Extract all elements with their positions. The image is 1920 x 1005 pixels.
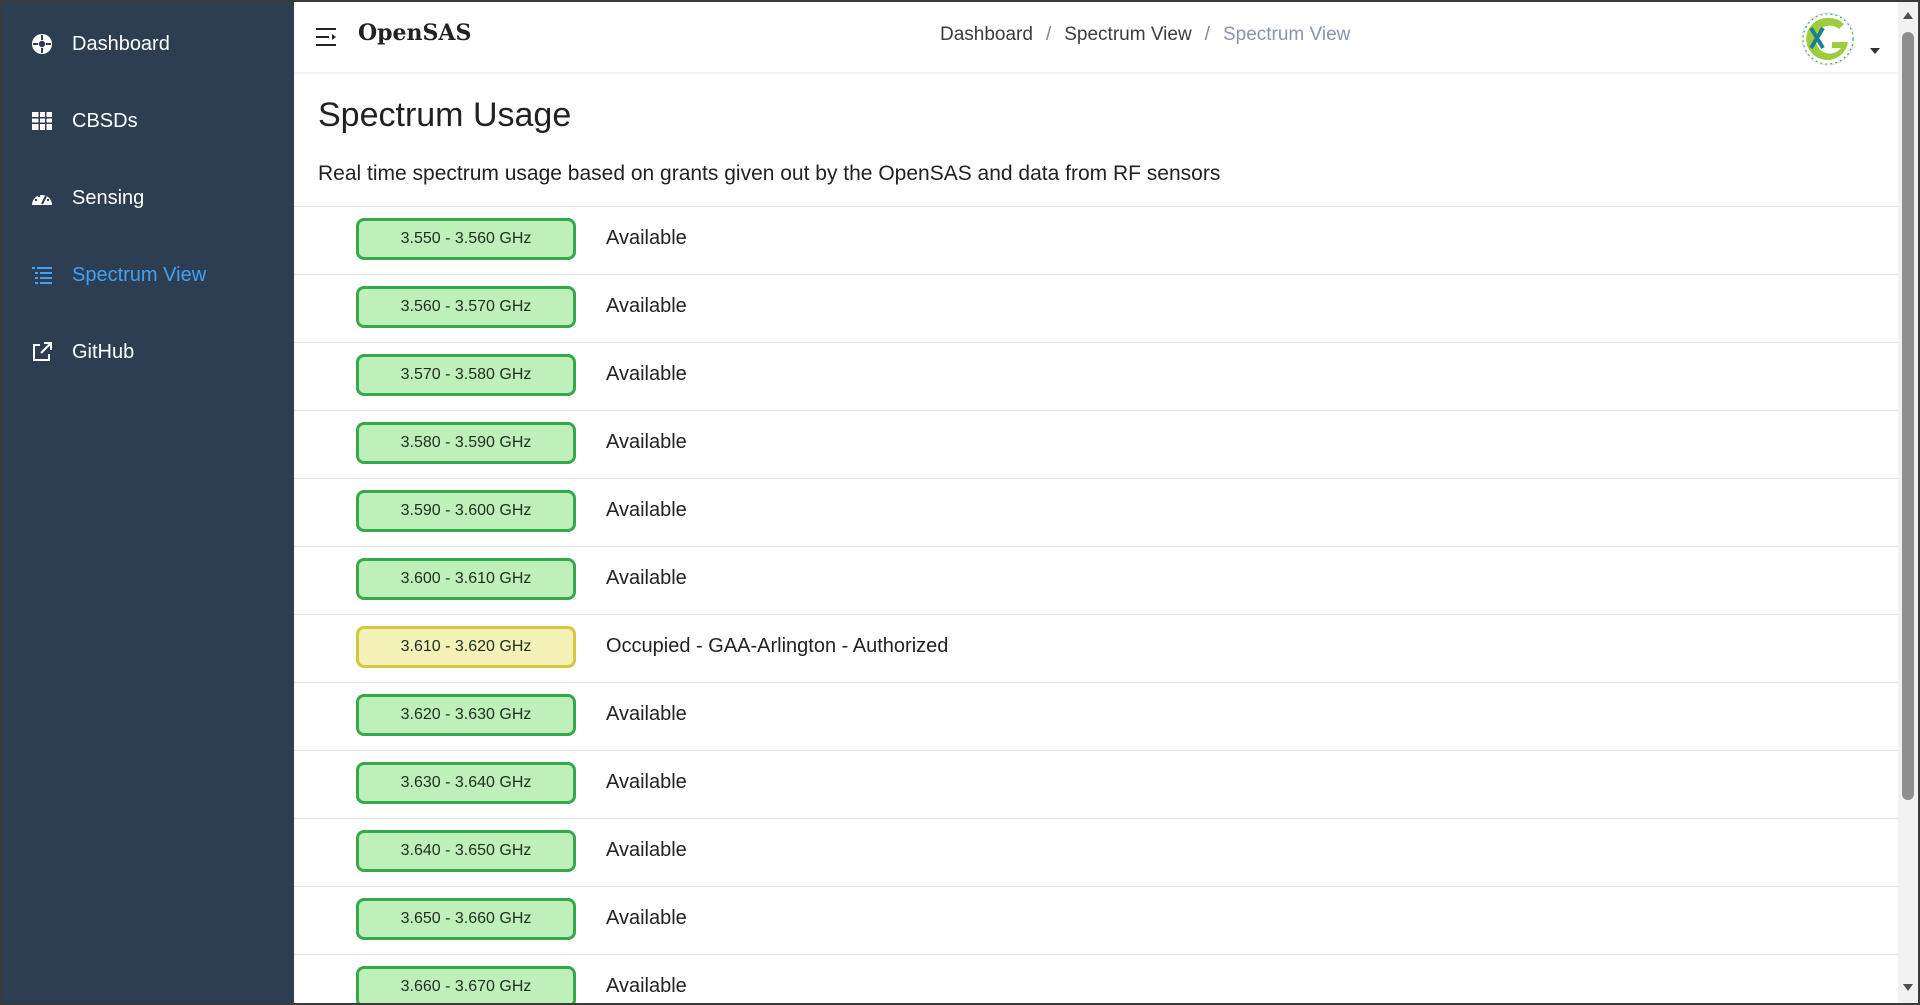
- band-row: 3.630 - 3.640 GHz Available: [294, 750, 1898, 818]
- band-status: Available: [606, 907, 687, 929]
- band-range-badge: 3.580 - 3.590 GHz: [356, 422, 576, 464]
- band-range-badge: 3.650 - 3.660 GHz: [356, 898, 576, 940]
- main-content: OpenSAS Dashboard / Spectrum View / Spec…: [294, 2, 1898, 1003]
- sidebar-item-label: GitHub: [72, 340, 135, 363]
- external-link-icon: [31, 341, 53, 363]
- caret-down-icon[interactable]: [1870, 48, 1880, 54]
- band-row: 3.590 - 3.600 GHz Available: [294, 478, 1898, 546]
- band-row: 3.550 - 3.560 GHz Available: [294, 206, 1898, 274]
- band-range-badge: 3.620 - 3.630 GHz: [356, 694, 576, 736]
- band-row: 3.580 - 3.590 GHz Available: [294, 410, 1898, 478]
- sidebar-item-dashboard[interactable]: Dashboard: [2, 16, 294, 72]
- sidebar-item-label: CBSDs: [72, 109, 138, 132]
- band-status: Available: [606, 227, 687, 249]
- band-row: 3.570 - 3.580 GHz Available: [294, 342, 1898, 410]
- band-status: Available: [606, 363, 687, 385]
- band-range-badge: 3.610 - 3.620 GHz: [356, 626, 576, 668]
- band-range-badge: 3.630 - 3.640 GHz: [356, 762, 576, 804]
- band-row: 3.610 - 3.620 GHz Occupied - GAA-Arlingt…: [294, 614, 1898, 682]
- band-row: 3.660 - 3.670 GHz Available: [294, 954, 1898, 1003]
- sidebar-item-label: Spectrum View: [72, 263, 207, 286]
- band-status: Occupied - GAA-Arlington - Authorized: [606, 635, 949, 657]
- band-range-badge: 3.570 - 3.580 GHz: [356, 354, 576, 396]
- band-row: 3.650 - 3.660 GHz Available: [294, 886, 1898, 954]
- band-row: 3.620 - 3.630 GHz Available: [294, 682, 1898, 750]
- band-status: Available: [606, 499, 687, 521]
- sidebar-item-github[interactable]: GitHub: [2, 324, 294, 380]
- sidebar-item-sensing[interactable]: Sensing: [2, 170, 294, 226]
- top-header: OpenSAS Dashboard / Spectrum View / Spec…: [294, 2, 1898, 72]
- breadcrumb-separator: /: [1045, 24, 1052, 45]
- band-row: 3.600 - 3.610 GHz Available: [294, 546, 1898, 614]
- band-status: Available: [606, 295, 687, 317]
- band-status: Available: [606, 703, 687, 725]
- band-range-badge: 3.550 - 3.560 GHz: [356, 218, 576, 260]
- page-description: Real time spectrum usage based on grants…: [318, 162, 1221, 185]
- band-range-badge: 3.560 - 3.570 GHz: [356, 286, 576, 328]
- breadcrumb-separator: /: [1204, 24, 1210, 45]
- page-title: Spectrum Usage: [318, 96, 572, 134]
- gauge-icon: [31, 187, 53, 209]
- band-row: 3.640 - 3.650 GHz Available: [294, 818, 1898, 886]
- band-row: 3.560 - 3.570 GHz Available: [294, 274, 1898, 342]
- scrollbar-thumb[interactable]: [1902, 32, 1914, 800]
- band-range-badge: 3.640 - 3.650 GHz: [356, 830, 576, 872]
- scroll-up-arrow-icon[interactable]: [1903, 12, 1913, 19]
- band-range-badge: 3.660 - 3.670 GHz: [356, 966, 576, 1003]
- sidebar-item-label: Sensing: [72, 186, 145, 209]
- menu-toggle-icon[interactable]: [316, 26, 340, 48]
- dashboard-icon: [31, 33, 53, 55]
- list-icon: [31, 264, 53, 286]
- avatar[interactable]: [1801, 12, 1855, 66]
- breadcrumb-dashboard[interactable]: Dashboard: [940, 24, 1033, 46]
- sidebar-item-label: Dashboard: [72, 32, 170, 55]
- breadcrumb: Dashboard / Spectrum View / Spectrum Vie…: [940, 24, 1350, 46]
- sidebar: Dashboard CBSDs Sensing Spectrum View Gi…: [2, 2, 294, 1003]
- breadcrumb-spectrum-view[interactable]: Spectrum View: [1064, 24, 1191, 46]
- breadcrumb-current: Spectrum View: [1222, 24, 1351, 45]
- vertical-scrollbar[interactable]: [1898, 2, 1918, 1003]
- band-status: Available: [606, 771, 687, 793]
- app-window: Dashboard CBSDs Sensing Spectrum View Gi…: [2, 2, 1918, 1003]
- sidebar-item-cbsds[interactable]: CBSDs: [2, 93, 294, 149]
- band-status: Available: [606, 567, 687, 589]
- grid-icon: [31, 110, 53, 132]
- scroll-down-arrow-icon[interactable]: [1903, 984, 1913, 991]
- band-range-badge: 3.600 - 3.610 GHz: [356, 558, 576, 600]
- band-status: Available: [606, 431, 687, 453]
- band-status: Available: [606, 839, 687, 861]
- band-status: Available: [606, 975, 687, 997]
- band-range-badge: 3.590 - 3.600 GHz: [356, 490, 576, 532]
- sidebar-item-spectrum-view[interactable]: Spectrum View: [2, 247, 294, 303]
- spectrum-band-list: 3.550 - 3.560 GHz Available 3.560 - 3.57…: [294, 206, 1898, 1003]
- brand-title: OpenSAS: [358, 20, 472, 46]
- xg-logo-icon: [1801, 12, 1855, 66]
